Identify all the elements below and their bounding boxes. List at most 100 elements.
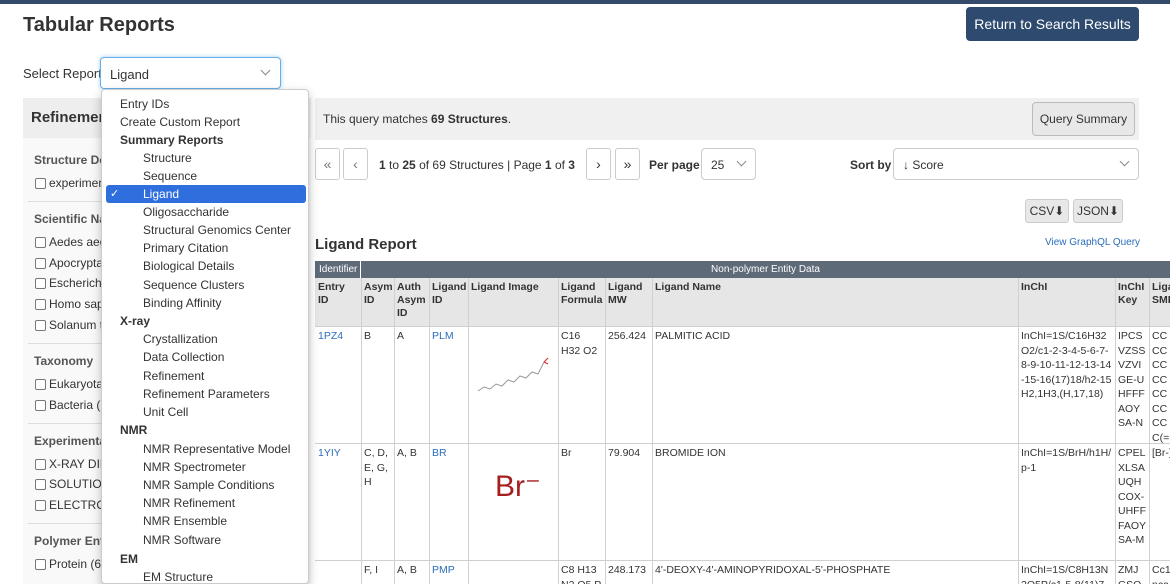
- asym-id-cell: F, I: [364, 564, 379, 576]
- ligand-structure-image[interactable]: [472, 329, 554, 409]
- facet-item[interactable]: Escherichia: [35, 276, 111, 290]
- next-page-button[interactable]: ›: [586, 148, 611, 180]
- inchi-key-cell: CPELXLSAUQHCOX-UHFFFAOYSA-M: [1118, 447, 1147, 546]
- select-report-menu: Entry IDs Create Custom Report Summary Rep…: [101, 89, 309, 584]
- facet-item[interactable]: Eukaryota: [35, 377, 103, 391]
- col-header-auth-asym-id[interactable]: Auth Asym ID: [394, 278, 429, 323]
- inchi-cell: InChI=1S/BrH/h1H/p-1: [1021, 447, 1112, 474]
- menu-item-nmr-spectrometer[interactable]: NMR Spectrometer: [106, 458, 306, 476]
- auth-asym-id-cell: A, B: [397, 564, 417, 576]
- report-title: Ligand Report: [315, 236, 417, 253]
- entry-id-link[interactable]: 1PZ4: [315, 326, 361, 347]
- column-divider: [605, 278, 606, 584]
- select-report-dropdown[interactable]: Ligand: [100, 57, 281, 89]
- return-to-search-results-button[interactable]: Return to Search Results: [966, 7, 1139, 41]
- menu-item-data-collection[interactable]: Data Collection: [106, 348, 306, 366]
- checkbox[interactable]: [35, 237, 46, 248]
- json-download-button[interactable]: JSON⬇: [1073, 199, 1123, 223]
- top-accent-bar: [0, 0, 1170, 4]
- col-header-inchi-key[interactable]: InChI Key: [1115, 278, 1149, 310]
- entry-id-link[interactable]: [315, 560, 361, 566]
- inchi-key-cell: ZMJGSO: [1118, 564, 1141, 584]
- page-title: Tabular Reports: [23, 14, 175, 36]
- checkbox[interactable]: [35, 459, 46, 470]
- last-page-button[interactable]: »: [615, 148, 640, 180]
- col-header-ligand-id[interactable]: Ligand ID: [429, 278, 468, 310]
- first-page-button[interactable]: «: [315, 148, 340, 180]
- menu-item-structure[interactable]: Structure: [106, 149, 306, 167]
- column-divider: [429, 278, 430, 584]
- column-divider: [468, 278, 469, 584]
- sort-by-select[interactable]: ↓ Score: [893, 148, 1139, 180]
- menu-item-oligosaccharide[interactable]: Oligosaccharide: [106, 203, 306, 221]
- col-header-ligand-formula[interactable]: Ligand Formula: [558, 278, 605, 310]
- col-header-ligand-name[interactable]: Ligand Name: [652, 278, 1018, 297]
- facet-item[interactable]: Apocrypta: [35, 256, 103, 270]
- asym-id-cell: C, D, E, G, H: [364, 447, 388, 488]
- menu-item-nmr-refinement[interactable]: NMR Refinement: [106, 494, 306, 512]
- menu-item-nmr-representative-model[interactable]: NMR Representative Model: [106, 440, 306, 458]
- checkmark-icon: ✓: [110, 188, 120, 200]
- col-header-ligand-mw[interactable]: Ligand MW: [605, 278, 652, 310]
- menu-item-entry-ids[interactable]: Entry IDs: [106, 95, 306, 113]
- query-summary-button[interactable]: Query Summary: [1032, 102, 1135, 136]
- checkbox[interactable]: [35, 500, 46, 511]
- select-report-value: Ligand: [110, 67, 150, 82]
- checkbox[interactable]: [35, 559, 46, 570]
- chevron-down-icon: [260, 65, 271, 76]
- menu-item-binding-affinity[interactable]: Binding Affinity: [106, 294, 306, 312]
- smiles-cell: [Br-]: [1152, 447, 1170, 459]
- menu-item-refinement[interactable]: Refinement: [106, 367, 306, 385]
- menu-item-em-structure[interactable]: EM Structure: [106, 568, 306, 583]
- menu-item-sequence-clusters[interactable]: Sequence Clusters: [106, 276, 306, 294]
- inchi-cell: InChI=1S/C8H13N2O5P/c1-5-8(11)7: [1021, 564, 1109, 584]
- sort-by-label: Sort by: [850, 158, 892, 172]
- prev-page-button[interactable]: ‹: [343, 148, 368, 180]
- facet-item[interactable]: Bacteria (: [35, 398, 100, 412]
- menu-item-unit-cell[interactable]: Unit Cell: [106, 403, 306, 421]
- menu-group-nmr: NMR: [120, 423, 148, 437]
- group-header-entity-data: Non-polymer Entity Data: [361, 261, 1170, 278]
- ligand-mw-cell: 79.904: [608, 447, 641, 459]
- menu-item-ligand[interactable]: ✓ Ligand: [106, 185, 306, 203]
- menu-item-refinement-parameters[interactable]: Refinement Parameters: [106, 385, 306, 403]
- checkbox[interactable]: [35, 299, 46, 310]
- checkbox[interactable]: [35, 278, 46, 289]
- facet-item[interactable]: Protein (6: [35, 557, 101, 571]
- menu-item-create-custom-report[interactable]: Create Custom Report: [106, 113, 306, 131]
- smiles-cell: CCCCCCCCCCCCCCC(=O: [1152, 330, 1170, 443]
- menu-item-biological-details[interactable]: Biological Details: [106, 257, 306, 275]
- col-header-ligand-image[interactable]: Ligand Image: [468, 278, 558, 297]
- ligand-id-link[interactable]: PLM: [429, 326, 468, 347]
- view-graphql-query-link[interactable]: View GraphQL Query: [1045, 237, 1140, 248]
- checkbox[interactable]: [35, 479, 46, 490]
- checkbox[interactable]: [35, 178, 46, 189]
- checkbox[interactable]: [35, 320, 46, 331]
- menu-group-summary-reports: Summary Reports: [120, 133, 224, 147]
- menu-item-nmr-ensemble[interactable]: NMR Ensemble: [106, 512, 306, 530]
- checkbox[interactable]: [35, 400, 46, 411]
- ligand-formula-cell: Br: [561, 447, 572, 459]
- col-header-asym-id[interactable]: Asym ID: [361, 278, 394, 310]
- facet-section-taxonomy[interactable]: Taxonomy: [34, 354, 93, 368]
- auth-asym-id-cell: A: [397, 330, 405, 342]
- checkbox[interactable]: [35, 258, 46, 269]
- menu-item-structural-genomics-center[interactable]: Structural Genomics Center: [106, 221, 306, 239]
- menu-item-sequence[interactable]: Sequence: [106, 167, 306, 185]
- facet-item[interactable]: Solanum t: [35, 318, 103, 332]
- menu-item-crystallization[interactable]: Crystallization: [106, 330, 306, 348]
- ligand-structure-image[interactable]: Br⁻: [495, 469, 541, 504]
- menu-item-primary-citation[interactable]: Primary Citation: [106, 239, 306, 257]
- menu-item-nmr-sample-conditions[interactable]: NMR Sample Conditions: [106, 476, 306, 494]
- menu-item-nmr-software[interactable]: NMR Software: [106, 531, 306, 549]
- checkbox[interactable]: [35, 379, 46, 390]
- ligand-id-link[interactable]: BR: [429, 443, 468, 464]
- col-header-entry-id[interactable]: Entry ID: [315, 278, 361, 310]
- col-header-ligand-smiles[interactable]: Ligand SMILES: [1149, 278, 1170, 310]
- per-page-select[interactable]: 25: [701, 148, 756, 180]
- asym-id-cell: B: [364, 330, 372, 342]
- entry-id-link[interactable]: 1YIY: [315, 443, 361, 464]
- csv-download-button[interactable]: CSV⬇: [1025, 199, 1069, 223]
- col-header-inchi[interactable]: InChI: [1018, 278, 1115, 297]
- ligand-id-link[interactable]: PMP: [429, 560, 468, 581]
